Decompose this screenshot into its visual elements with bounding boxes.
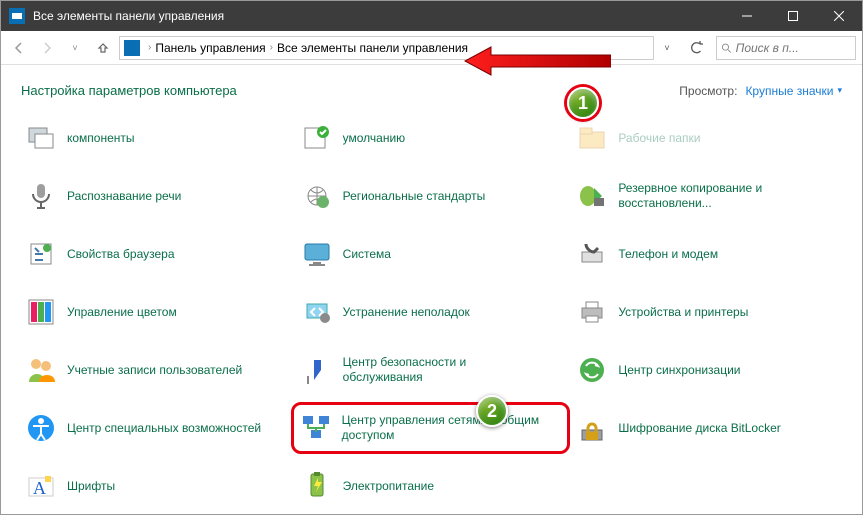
view-label: Просмотр: <box>679 84 737 98</box>
item-label: Свойства браузера <box>67 247 175 262</box>
heading-row: Настройка параметров компьютера Просмотр… <box>21 83 842 98</box>
color-icon <box>25 296 57 328</box>
item-work-folders[interactable]: Рабочие папки <box>572 116 842 160</box>
item-label: Центр специальных возможностей <box>67 421 261 436</box>
backup-icon <box>576 180 608 212</box>
phone-modem-icon <box>576 238 608 270</box>
item-label: умолчанию <box>343 131 406 146</box>
search-box[interactable] <box>716 36 856 60</box>
item-security-center[interactable]: Центр безопасности и обслуживания <box>297 348 567 392</box>
item-fonts[interactable]: A Шрифты <box>21 464 291 508</box>
item-label: Резервное копирование и восстановлени... <box>618 181 818 211</box>
fonts-icon: A <box>25 470 57 502</box>
item-network-sharing-center[interactable]: Центр управления сетями и общим доступом <box>291 402 571 454</box>
annotation-arrow <box>461 43 611 79</box>
svg-text:A: A <box>33 478 46 498</box>
item-power-options[interactable]: Электропитание <box>297 464 567 508</box>
refresh-button[interactable] <box>684 36 708 60</box>
item-label: компоненты <box>67 131 135 146</box>
crumb-all-items[interactable]: Все элементы панели управления <box>277 41 468 55</box>
item-speech[interactable]: Распознавание речи <box>21 174 291 218</box>
item-internet-options[interactable]: Свойства браузера <box>21 232 291 276</box>
content-area: Настройка параметров компьютера Просмотр… <box>1 65 862 514</box>
items-grid: компоненты умолчанию Рабочие папки Распо… <box>21 116 842 508</box>
region-icon <box>301 180 333 212</box>
item-label: Устройства и принтеры <box>618 305 748 320</box>
item-label: Шифрование диска BitLocker <box>618 421 780 436</box>
crumb-control-panel[interactable]: Панель управления <box>155 41 265 55</box>
item-label: Управление цветом <box>67 305 177 320</box>
work-folders-icon <box>576 122 608 154</box>
network-sharing-icon <box>300 412 332 444</box>
close-button[interactable] <box>816 1 862 31</box>
address-bar: ˅ › Панель управления › Все элементы пан… <box>1 31 862 65</box>
item-phone-modem[interactable]: Телефон и модем <box>572 232 842 276</box>
devices-printers-icon <box>576 296 608 328</box>
item-label: Рабочие папки <box>618 131 700 146</box>
item-label: Система <box>343 247 391 262</box>
chevron-right-icon: › <box>270 42 273 53</box>
troubleshooting-icon <box>301 296 333 328</box>
default-programs-icon <box>301 122 333 154</box>
item-backup[interactable]: Резервное копирование и восстановлени... <box>572 174 842 218</box>
chevron-down-icon: ˅ <box>72 43 77 53</box>
internet-options-icon <box>25 238 57 270</box>
window-frame: Все элементы панели управления ˅ › Панел… <box>0 0 863 515</box>
view-control: Просмотр: Крупные значки ▾ <box>679 84 842 98</box>
item-label: Распознавание речи <box>67 189 181 204</box>
speech-icon <box>25 180 57 212</box>
badge-text: 2 <box>487 401 497 422</box>
item-troubleshooting[interactable]: Устранение неполадок <box>297 290 567 334</box>
nav-up-button[interactable] <box>91 36 115 60</box>
item-label: Телефон и модем <box>618 247 718 262</box>
item-bitlocker[interactable]: Шифрование диска BitLocker <box>572 406 842 450</box>
nav-forward-button[interactable] <box>35 36 59 60</box>
chevron-down-icon: ˅ <box>664 43 669 53</box>
chevron-right-icon: › <box>148 42 151 53</box>
maximize-button[interactable] <box>770 1 816 31</box>
ease-of-access-icon <box>25 412 57 444</box>
item-region[interactable]: Региональные стандарты <box>297 174 567 218</box>
nav-recent-button[interactable]: ˅ <box>63 36 87 60</box>
item-label: Центр безопасности и обслуживания <box>343 355 543 385</box>
nav-back-button[interactable] <box>7 36 31 60</box>
item-components[interactable]: компоненты <box>21 116 291 160</box>
window-title: Все элементы панели управления <box>33 9 724 23</box>
item-devices-printers[interactable]: Устройства и принтеры <box>572 290 842 334</box>
system-icon <box>9 8 25 24</box>
chevron-down-icon: ▾ <box>837 85 842 96</box>
bitlocker-icon <box>576 412 608 444</box>
annotation-badge-1: 1 <box>567 87 599 119</box>
item-label: Учетные записи пользователей <box>67 363 242 378</box>
sync-center-icon <box>576 354 608 386</box>
item-label: Центр синхронизации <box>618 363 740 378</box>
item-label: Шрифты <box>67 479 115 494</box>
minimize-button[interactable] <box>724 1 770 31</box>
search-input[interactable] <box>736 41 851 55</box>
badge-text: 1 <box>578 93 588 114</box>
item-label: Центр управления сетями и общим доступом <box>342 413 542 443</box>
view-choice-text: Крупные значки <box>745 84 833 98</box>
item-label: Электропитание <box>343 479 434 494</box>
annotation-badge-2: 2 <box>476 395 508 427</box>
item-label: Региональные стандарты <box>343 189 486 204</box>
view-choice[interactable]: Крупные значки ▾ <box>745 84 842 98</box>
item-color-management[interactable]: Управление цветом <box>21 290 291 334</box>
item-user-accounts[interactable]: Учетные записи пользователей <box>21 348 291 392</box>
system-icon <box>301 238 333 270</box>
address-history-button[interactable]: ˅ <box>658 36 676 60</box>
power-options-icon <box>301 470 333 502</box>
security-center-icon <box>301 354 333 386</box>
components-icon <box>25 122 57 154</box>
titlebar[interactable]: Все элементы панели управления <box>1 1 862 31</box>
item-default[interactable]: умолчанию <box>297 116 567 160</box>
item-sync-center[interactable]: Центр синхронизации <box>572 348 842 392</box>
control-panel-icon <box>124 40 140 56</box>
item-label: Устранение неполадок <box>343 305 470 320</box>
item-system[interactable]: Система <box>297 232 567 276</box>
search-icon <box>721 42 732 54</box>
item-ease-of-access[interactable]: Центр специальных возможностей <box>21 406 291 450</box>
user-accounts-icon <box>25 354 57 386</box>
